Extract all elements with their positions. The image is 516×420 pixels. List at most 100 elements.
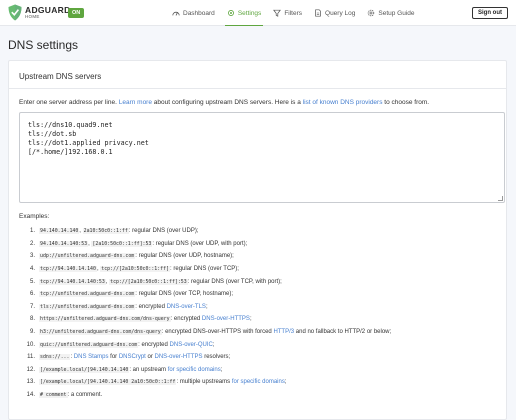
item-text: ; <box>284 379 287 386</box>
code-snippet: tcp://94.140.14.140:53 <box>39 278 106 285</box>
code-snippet: [2a10:50c0::1:ff]:53 <box>91 240 153 247</box>
dns-providers-link[interactable]: list of known DNS providers <box>303 99 383 106</box>
code-snippet: # comment <box>39 392 68 399</box>
specific-domains-link[interactable]: for specific domains <box>168 367 221 373</box>
item-number: 5. <box>29 278 35 285</box>
upstream-dns-text: tls://dns10.quad9.net tls://dot.sb tls:/… <box>28 121 149 156</box>
dashboard-icon <box>172 11 180 16</box>
list-item: 11. sdns://...: DNS Stamps for DNSCrypt o… <box>23 351 391 364</box>
nav-query-log-label: Query Log <box>325 9 356 17</box>
item-text: : an upstream <box>129 366 168 373</box>
dns-over-quic-link[interactable]: DNS-over-QUIC <box>170 342 213 348</box>
settings-icon <box>227 10 234 16</box>
list-item: 10. quic://unfiltered.adguard-dns.com: en… <box>23 338 391 351</box>
item-text: or <box>145 354 155 361</box>
dnscrypt-link[interactable]: DNSCrypt <box>119 354 146 360</box>
nav-dashboard[interactable]: Dashboard <box>166 0 221 26</box>
code-snippet: 94.140.14.140 <box>39 228 80 235</box>
item-text: : encrypted DNS-over-HTTPS with forced <box>161 329 274 336</box>
item-number: 3. <box>29 253 35 260</box>
code-snippet: [/example.local/]94.140.14.140 2a10:50c0… <box>39 379 177 386</box>
code-snippet: sdns://... <box>39 354 71 361</box>
item-text: and no fallback to HTTP/2 or below; <box>294 329 392 336</box>
specific-domains-link[interactable]: for specific domains <box>232 379 285 385</box>
code-snippet: [/example.local/]94.140.14.140 <box>39 366 130 373</box>
item-text: : regular DNS (over UDP, with port); <box>152 240 248 247</box>
desc-text-2: about configuring upstream DNS servers. … <box>151 99 303 106</box>
nav-filters[interactable]: Filters <box>267 0 308 26</box>
nav-settings[interactable]: Settings <box>221 0 268 26</box>
examples-list: 1. 94.140.14.140, 2a10:50c0::1:ff: regula… <box>23 225 391 401</box>
desc-text-3: to choose from. <box>382 99 430 106</box>
item-text: : regular DNS (over TCP, hostname); <box>135 291 234 298</box>
main-nav: Dashboard Settings Filters Query Log Set… <box>166 0 421 26</box>
nav-filters-label: Filters <box>284 9 303 17</box>
upstream-description: Enter one server address per line. Learn… <box>19 99 429 106</box>
resize-handle[interactable] <box>498 196 503 201</box>
item-text: : regular DNS (over TCP); <box>170 266 239 273</box>
item-number: 1. <box>29 228 35 235</box>
code-snippet: 94.140.14.140:53 <box>39 240 89 247</box>
sign-out-button[interactable]: Sign out <box>472 7 508 19</box>
code-snippet: tcp://[2a10:50c0::1:ff] <box>100 266 171 273</box>
item-number: 12. <box>26 366 35 373</box>
list-item: 2. 94.140.14.140:53, [2a10:50c0::1:ff]:53… <box>23 238 391 251</box>
item-text: ; <box>212 341 215 348</box>
nav-query-log[interactable]: Query Log <box>308 0 361 26</box>
list-item: 1. 94.140.14.140, 2a10:50c0::1:ff: regula… <box>23 225 391 238</box>
item-text: ; <box>205 303 208 310</box>
list-item: 14. # comment: a comment. <box>23 389 391 402</box>
list-item: 3. udp://unfiltered.adguard-dns.com: regu… <box>23 250 391 263</box>
item-text: : regular DNS (over UDP, hostname); <box>135 253 234 260</box>
item-text: : encrypted <box>138 341 170 348</box>
list-item: 12. [/example.local/]94.140.14.140: an up… <box>23 364 391 377</box>
logo-subtitle: HOME <box>25 13 40 19</box>
logo[interactable]: ADGUARD HOME <box>8 4 71 21</box>
upstream-dns-card: Upstream DNS servers Enter one server ad… <box>8 60 507 420</box>
item-text: ; <box>249 316 252 323</box>
gear-icon <box>368 9 375 17</box>
item-number: 4. <box>29 266 35 273</box>
item-text: for <box>108 354 119 361</box>
item-number: 8. <box>29 316 35 323</box>
item-number: 7. <box>29 303 35 310</box>
card-title: Upstream DNS servers <box>9 61 506 89</box>
item-text: : multiple upstreams <box>176 379 232 386</box>
learn-more-link[interactable]: Learn more <box>119 99 152 106</box>
page-title: DNS settings <box>8 38 79 52</box>
dns-over-tls-link[interactable]: DNS-over-TLS <box>167 304 206 310</box>
dns-stamps-link[interactable]: DNS Stamps <box>74 354 109 360</box>
code-snippet: tls://unfiltered.adguard-dns.com <box>39 303 136 310</box>
item-text: resolvers; <box>202 354 231 361</box>
item-text: : a comment. <box>67 392 103 399</box>
list-item: 8. https://unfiltered.adguard-dns.com/dns… <box>23 313 391 326</box>
upstream-dns-textarea[interactable]: tls://dns10.quad9.net tls://dot.sb tls:/… <box>19 112 505 203</box>
item-number: 10. <box>26 341 35 348</box>
item-text: : regular DNS (over UDP); <box>128 228 199 235</box>
dns-over-https-link[interactable]: DNS-over-HTTPS <box>155 354 203 360</box>
item-text: : encrypted <box>135 303 167 310</box>
code-snippet: 2a10:50c0::1:ff <box>82 228 129 235</box>
code-snippet: tcp://[2a10:50c0::1:ff]:53 <box>109 278 188 285</box>
nav-setup-guide[interactable]: Setup Guide <box>361 0 420 26</box>
protection-status-badge: ON <box>68 8 85 18</box>
desc-text-1: Enter one server address per line. <box>19 99 119 106</box>
item-text: : encrypted <box>170 316 202 323</box>
dns-over-https-link[interactable]: DNS-over-HTTPS <box>202 316 250 322</box>
top-bar: ADGUARD HOME ON Dashboard Settings Filte… <box>0 0 516 26</box>
code-snippet: quic://unfiltered.adguard-dns.com <box>39 341 139 348</box>
item-number: 13. <box>26 379 35 386</box>
list-item: 13. [/example.local/]94.140.14.140 2a10:5… <box>23 376 391 389</box>
item-number: 2. <box>29 240 35 247</box>
shield-logo-icon <box>8 4 22 21</box>
item-text: ; <box>220 366 223 373</box>
list-item: 4. tcp://94.140.14.140, tcp://[2a10:50c0:… <box>23 263 391 276</box>
item-number: 6. <box>29 291 35 298</box>
examples-label: Examples: <box>19 213 50 220</box>
list-item: 9. h3://unfiltered.adguard-dns.com/dns-qu… <box>23 326 391 339</box>
code-snippet: h3://unfiltered.adguard-dns.com/dns-quer… <box>39 329 162 336</box>
http3-link[interactable]: HTTP/3 <box>273 329 294 335</box>
item-text: : regular DNS (over TCP, with port); <box>187 278 282 285</box>
list-item: 5. tcp://94.140.14.140:53, tcp://[2a10:50… <box>23 275 391 288</box>
nav-setup-guide-label: Setup Guide <box>378 9 415 17</box>
